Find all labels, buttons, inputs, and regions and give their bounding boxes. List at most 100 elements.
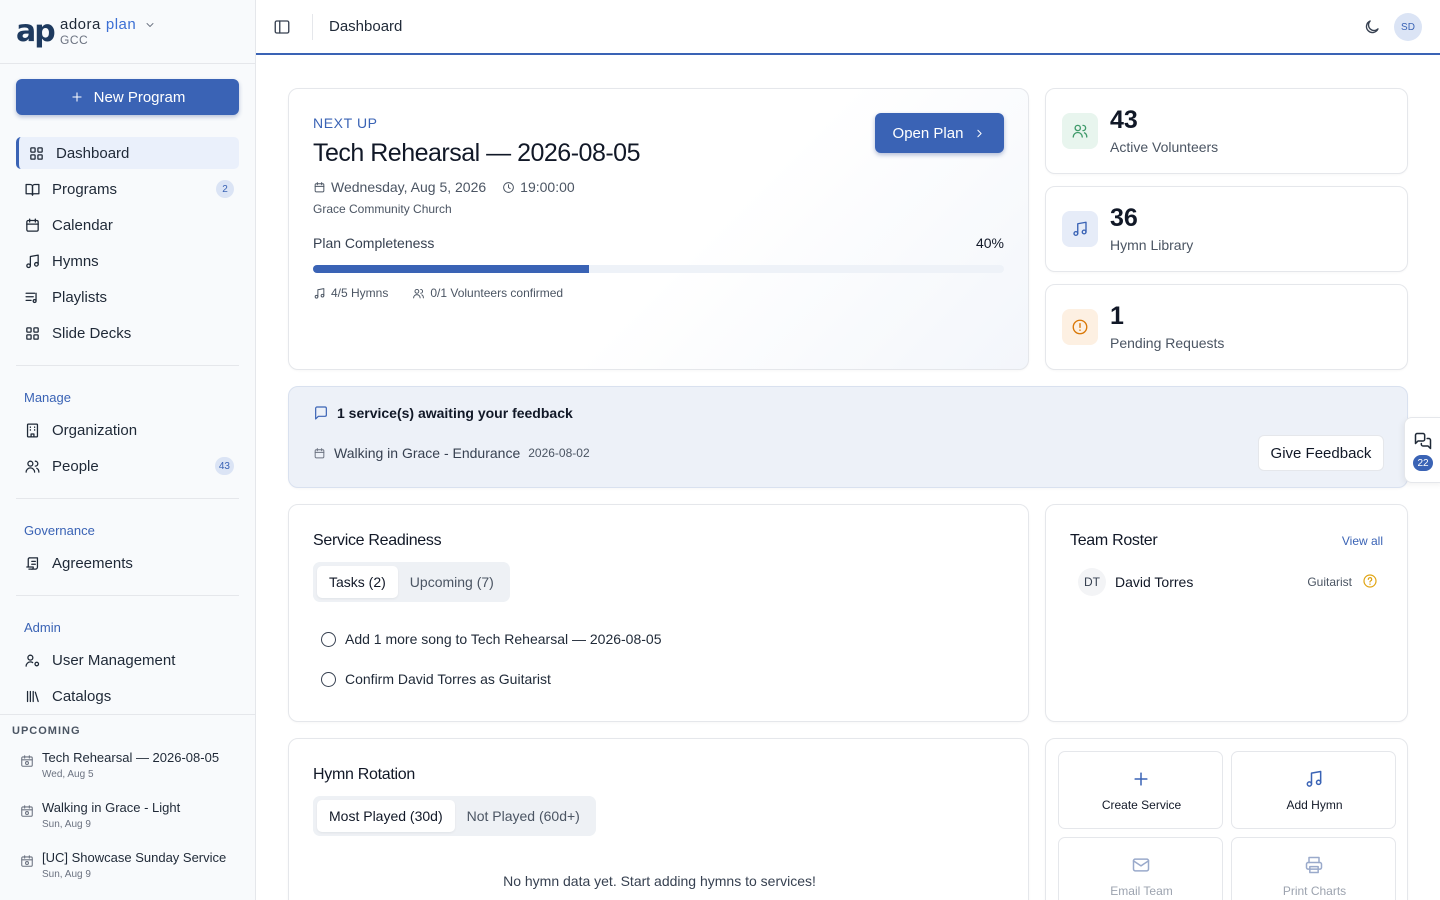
sidebar-item-label: Slide Decks: [52, 324, 132, 342]
feedback-item: Walking in Grace - Endurance 2026-08-02: [313, 445, 590, 461]
stat-icon-box: [1062, 211, 1098, 247]
team-roster-title: Team Roster: [1070, 532, 1158, 549]
sidebar-item-organization[interactable]: Organization: [16, 414, 239, 446]
upcoming-item[interactable]: Tech Rehearsal — 2026-08-05 Wed, Aug 5: [20, 750, 250, 780]
sidebar-divider: [16, 498, 239, 499]
header-divider: [312, 14, 313, 40]
scroll-icon: [26, 556, 39, 570]
hymn-rotation-tabs: Most Played (30d) Not Played (60d+): [313, 796, 596, 836]
tab-tasks[interactable]: Tasks (2): [317, 566, 398, 598]
floating-chat-button[interactable]: 22: [1404, 417, 1440, 483]
stat-card-pending[interactable]: 1 Pending Requests: [1045, 284, 1408, 370]
user-avatar[interactable]: SD: [1394, 13, 1422, 41]
hymn-rotation-title: Hymn Rotation: [313, 766, 415, 783]
next-up-church: Grace Community Church: [313, 202, 452, 216]
chevron-right-icon: [977, 129, 983, 137]
open-plan-label: Open Plan: [892, 124, 964, 142]
sidebar-item-playlists[interactable]: Playlists: [16, 281, 239, 313]
print-charts-button[interactable]: Print Charts: [1231, 837, 1396, 900]
add-hymn-button[interactable]: Add Hymn: [1231, 751, 1396, 829]
readiness-tabs: Tasks (2) Upcoming (7): [313, 562, 510, 602]
music-icon: [1073, 221, 1087, 237]
open-plan-button[interactable]: Open Plan: [875, 113, 1004, 153]
email-team-button[interactable]: Email Team: [1058, 837, 1223, 900]
building-icon: [26, 422, 39, 438]
music-icon: [314, 287, 325, 299]
chevron-down-icon: [146, 22, 154, 27]
sidebar-item-hymns[interactable]: Hymns: [16, 245, 239, 277]
help-circle-icon: [1363, 574, 1377, 588]
plus-icon: [1134, 772, 1148, 786]
tab-not-played[interactable]: Not Played (60d+): [455, 800, 592, 832]
new-program-button[interactable]: New Program: [16, 79, 239, 115]
quick-action-label: Create Service: [1101, 798, 1182, 812]
tab-upcoming[interactable]: Upcoming (7): [398, 566, 506, 598]
member-role: Guitarist: [1307, 575, 1352, 589]
moon-icon[interactable]: [1363, 18, 1381, 36]
sidebar-divider: [16, 595, 239, 596]
sidebar-item-label: Hymns: [52, 252, 99, 270]
upcoming-item-date: Sun, Aug 9: [42, 819, 91, 830]
stat-value: 43: [1110, 106, 1138, 134]
sidebar-item-people[interactable]: People 43: [16, 450, 239, 482]
stat-icon-box: [1062, 113, 1098, 149]
printer-icon: [1305, 856, 1323, 874]
member-name: David Torres: [1115, 574, 1194, 590]
org-switcher[interactable]: ap adora plan GCC: [0, 0, 255, 64]
brand-name: adora: [60, 16, 101, 33]
sidebar-item-calendar[interactable]: Calendar: [16, 209, 239, 241]
section-title-admin: Admin: [24, 620, 61, 635]
task-item[interactable]: Confirm David Torres as Guitarist: [321, 671, 551, 687]
sidebar-item-slide-decks[interactable]: Slide Decks: [16, 317, 239, 349]
music-icon: [26, 253, 39, 268]
sidebar-toggle-icon[interactable]: [273, 18, 291, 36]
next-up-card: NEXT UP Tech Rehearsal — 2026-08-05 Wedn…: [288, 88, 1029, 370]
task-checkbox[interactable]: [321, 671, 336, 687]
member-avatar: DT: [1078, 568, 1106, 596]
stat-card-volunteers[interactable]: 43 Active Volunteers: [1045, 88, 1408, 174]
sidebar-item-label: Catalogs: [52, 687, 112, 705]
playlist-icon: [25, 292, 37, 303]
sidebar-item-label: People: [52, 457, 99, 475]
grid-icon: [30, 146, 43, 160]
service-readiness-card: Service Readiness Tasks (2) Upcoming (7)…: [288, 504, 1029, 722]
sidebar-item-label: Organization: [52, 421, 138, 439]
task-checkbox[interactable]: [321, 631, 336, 647]
stat-card-hymns[interactable]: 36 Hymn Library: [1045, 186, 1408, 272]
completeness-progress-fill: [313, 265, 590, 273]
user-cog-icon: [25, 654, 40, 667]
messages-icon: [1414, 432, 1432, 450]
sidebar-item-user-management[interactable]: User Management: [16, 644, 239, 676]
new-program-label: New Program: [93, 88, 186, 106]
hymns-stat: 4/5 Hymns: [331, 286, 389, 300]
feedback-item-name: Walking in Grace - Endurance: [334, 445, 521, 461]
sidebar-item-label: Agreements: [52, 554, 133, 572]
completeness-label: Plan Completeness: [313, 235, 435, 251]
sidebar-item-agreements[interactable]: Agreements: [16, 547, 239, 579]
sidebar-item-label: Programs: [52, 180, 118, 198]
next-up-title: Tech Rehearsal — 2026-08-05: [313, 139, 640, 167]
calendar-clock-icon: [21, 755, 33, 767]
give-feedback-button[interactable]: Give Feedback: [1258, 435, 1384, 471]
sidebar-item-programs[interactable]: Programs 2: [16, 173, 239, 205]
book-icon: [25, 183, 40, 196]
upcoming-item[interactable]: [UC] Showcase Sunday Service Sun, Aug 9: [20, 850, 250, 880]
message-square-icon: [315, 406, 327, 420]
calendar-icon: [314, 447, 325, 458]
stat-icon-box: [1062, 309, 1098, 345]
sidebar-item-dashboard[interactable]: Dashboard: [16, 137, 239, 169]
roster-member-row[interactable]: DT David Torres Guitarist: [1078, 568, 1384, 596]
upcoming-item-date: Wed, Aug 5: [42, 769, 94, 780]
upcoming-item[interactable]: Walking in Grace - Light Sun, Aug 9: [20, 800, 250, 830]
sidebar-divider: [16, 365, 239, 366]
create-service-button[interactable]: Create Service: [1058, 751, 1223, 829]
view-all-link[interactable]: View all: [1342, 534, 1383, 548]
task-item[interactable]: Add 1 more song to Tech Rehearsal — 2026…: [321, 631, 662, 647]
sidebar-item-catalogs[interactable]: Catalogs: [16, 680, 239, 712]
tab-most-played[interactable]: Most Played (30d): [317, 800, 455, 832]
feedback-item-date: 2026-08-02: [528, 446, 590, 460]
upcoming-item-name: Walking in Grace - Light: [42, 800, 181, 815]
upcoming-panel: UPCOMING Tech Rehearsal — 2026-08-05 Wed…: [0, 714, 255, 900]
users-icon: [25, 460, 40, 473]
completeness-value: 40%: [975, 235, 1004, 251]
